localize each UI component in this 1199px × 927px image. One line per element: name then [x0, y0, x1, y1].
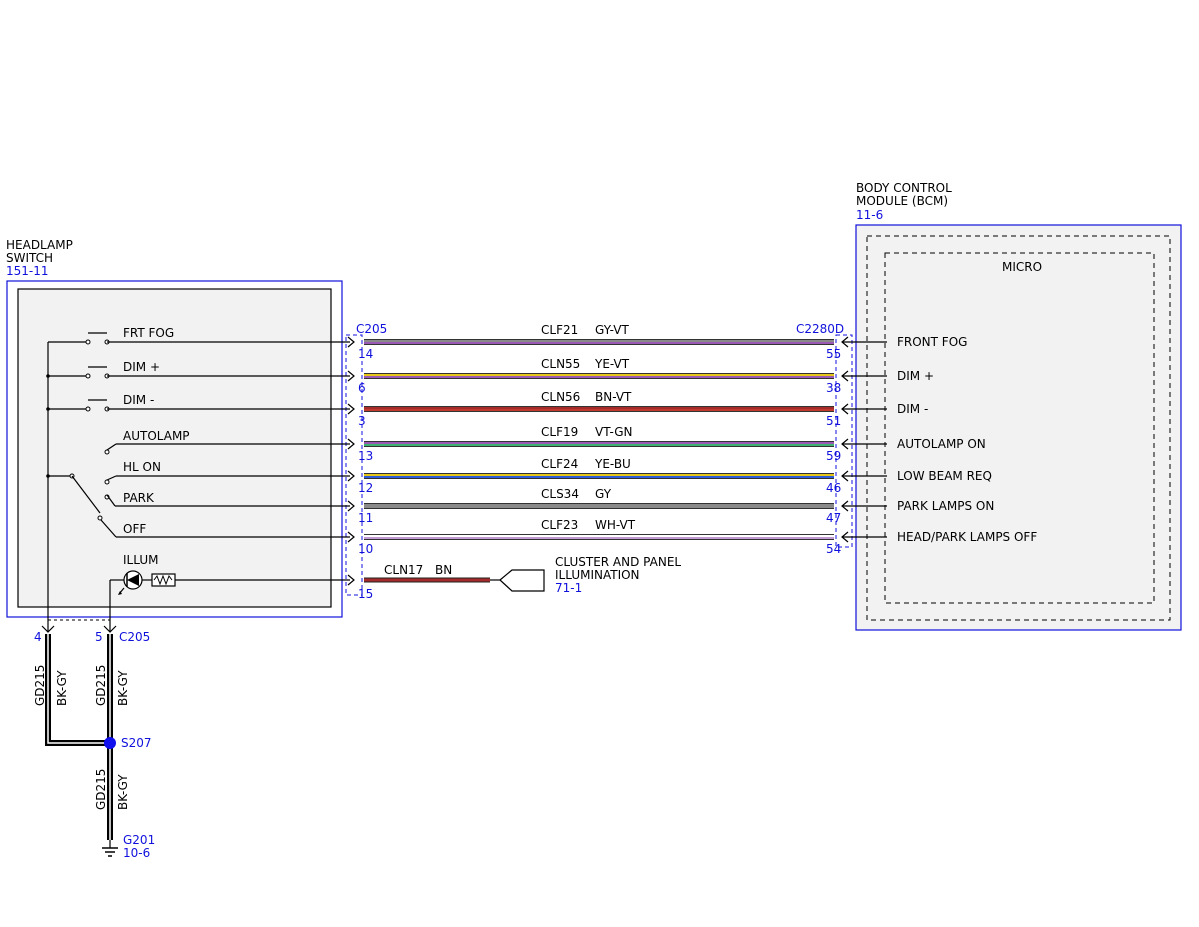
wire-clf21-circuit: CLF21 [541, 323, 578, 337]
bcm-signal-label: HEAD/PARK LAMPS OFF [897, 530, 1037, 544]
splice-label[interactable]: S207 [121, 736, 152, 750]
wire-clf24-left-pin: 12 [358, 481, 373, 495]
wire-cls34-color: GY [595, 487, 612, 501]
wire-cln56-right-pin: 51 [826, 414, 841, 428]
connector-c205-outline [345, 334, 363, 596]
ground-b-color: BK-GY [116, 670, 130, 706]
ground-id[interactable]: G201 [123, 833, 155, 847]
wire-clf24-right-pin: 46 [826, 481, 841, 495]
wire-cln17-pin: 15 [358, 587, 373, 601]
bcm-title-line1: BODY CONTROL [856, 181, 952, 195]
wire-clf19-left-pin: 13 [358, 449, 373, 463]
wiring-diagram: HEADLAMP SWITCH 151-11 BODY CONTROL MODU… [6, 181, 1182, 860]
wire-cln56-circuit: CLN56 [541, 390, 580, 404]
switch-position-off: OFF [123, 522, 146, 536]
wire-clf21-right-pin: 55 [826, 347, 841, 361]
switch-position-dim-minus: DIM - [123, 393, 154, 407]
switch-position-park: PARK [123, 491, 155, 505]
switch-title-line1: HEADLAMP [6, 238, 73, 252]
resistor-icon [151, 573, 176, 587]
wire-cln55-left-pin: 6 [358, 381, 366, 395]
bcm-signal-label: AUTOLAMP ON [897, 437, 986, 451]
ground-a-circuit: GD215 [33, 665, 47, 706]
bus-junction [46, 374, 50, 378]
switch-position-autolamp: AUTOLAMP [123, 429, 190, 443]
bcm-signal-label: LOW BEAM REQ [897, 469, 992, 483]
switch-ref[interactable]: 151-11 [6, 264, 49, 278]
bcm-signal-label: DIM - [897, 402, 928, 416]
cluster-ref[interactable]: 71-1 [555, 581, 582, 595]
cluster-label-line1: CLUSTER AND PANEL [555, 555, 681, 569]
wire-cln55-right-pin: 38 [826, 381, 841, 395]
wire-clf23-right-pin: 54 [826, 542, 841, 556]
bcm-micro-label: MICRO [1002, 260, 1042, 274]
switch-body [17, 288, 332, 608]
splice-s207-dot [104, 737, 116, 749]
switch-title-line2: SWITCH [6, 251, 53, 265]
wire-cls34-left-pin: 11 [358, 511, 373, 525]
wire-cln55-color: YE-VT [594, 357, 630, 371]
cluster-label-line2: ILLUMINATION [555, 568, 640, 582]
ground-pin-a: 4 [34, 630, 42, 644]
wire-clf24-circuit: CLF24 [541, 457, 578, 471]
bus-junction [46, 407, 50, 411]
ground-c-circuit: GD215 [94, 769, 108, 810]
switch-position-hl-on: HL ON [123, 460, 161, 474]
wire-cln17-circuit: CLN17 [384, 563, 423, 577]
wire-clf19-right-pin: 59 [826, 449, 841, 463]
wire-cln56-left-pin: 3 [358, 414, 366, 428]
ground-ref[interactable]: 10-6 [123, 846, 150, 860]
bus-junction [46, 474, 50, 478]
wire-clf24-color: YE-BU [594, 457, 631, 471]
bcm-title-line2: MODULE (BCM) [856, 194, 948, 208]
wire-clf19-circuit: CLF19 [541, 425, 578, 439]
bcm-signal-label: DIM + [897, 369, 934, 383]
ground-symbol-icon [102, 840, 118, 857]
right-connector-label[interactable]: C2280D [796, 322, 844, 336]
wire-cln56-color: BN-VT [595, 390, 632, 404]
wire-clf23-color: WH-VT [595, 518, 636, 532]
wire-clf21-color: GY-VT [595, 323, 629, 337]
illum-label: ILLUM [123, 553, 158, 567]
wire-cls34-circuit: CLS34 [541, 487, 579, 501]
switch-position-dim-plus: DIM + [123, 360, 160, 374]
ground-c-color: BK-GY [116, 774, 130, 810]
bcm-signal-label: PARK LAMPS ON [897, 499, 994, 513]
ground-a-color: BK-GY [55, 670, 69, 706]
ground-connector-label[interactable]: C205 [119, 630, 150, 644]
ground-pin-b: 5 [95, 630, 103, 644]
wire-clf19-color: VT-GN [595, 425, 632, 439]
wire-clf23-left-pin: 10 [358, 542, 373, 556]
left-connector-label[interactable]: C205 [356, 322, 387, 336]
bcm-signal-label: FRONT FOG [897, 335, 967, 349]
wire-clf21-left-pin: 14 [358, 347, 373, 361]
wire-clf23-circuit: CLF23 [541, 518, 578, 532]
cluster-connector-icon [499, 569, 545, 592]
wire-cln55-circuit: CLN55 [541, 357, 580, 371]
switch-position-frt-fog: FRT FOG [123, 326, 174, 340]
ground-b-circuit: GD215 [94, 665, 108, 706]
wire-cls34-right-pin: 47 [826, 511, 841, 525]
bcm-ref[interactable]: 11-6 [856, 208, 883, 222]
bcm-outline [855, 224, 1182, 631]
wire-cln17-color: BN [435, 563, 452, 577]
